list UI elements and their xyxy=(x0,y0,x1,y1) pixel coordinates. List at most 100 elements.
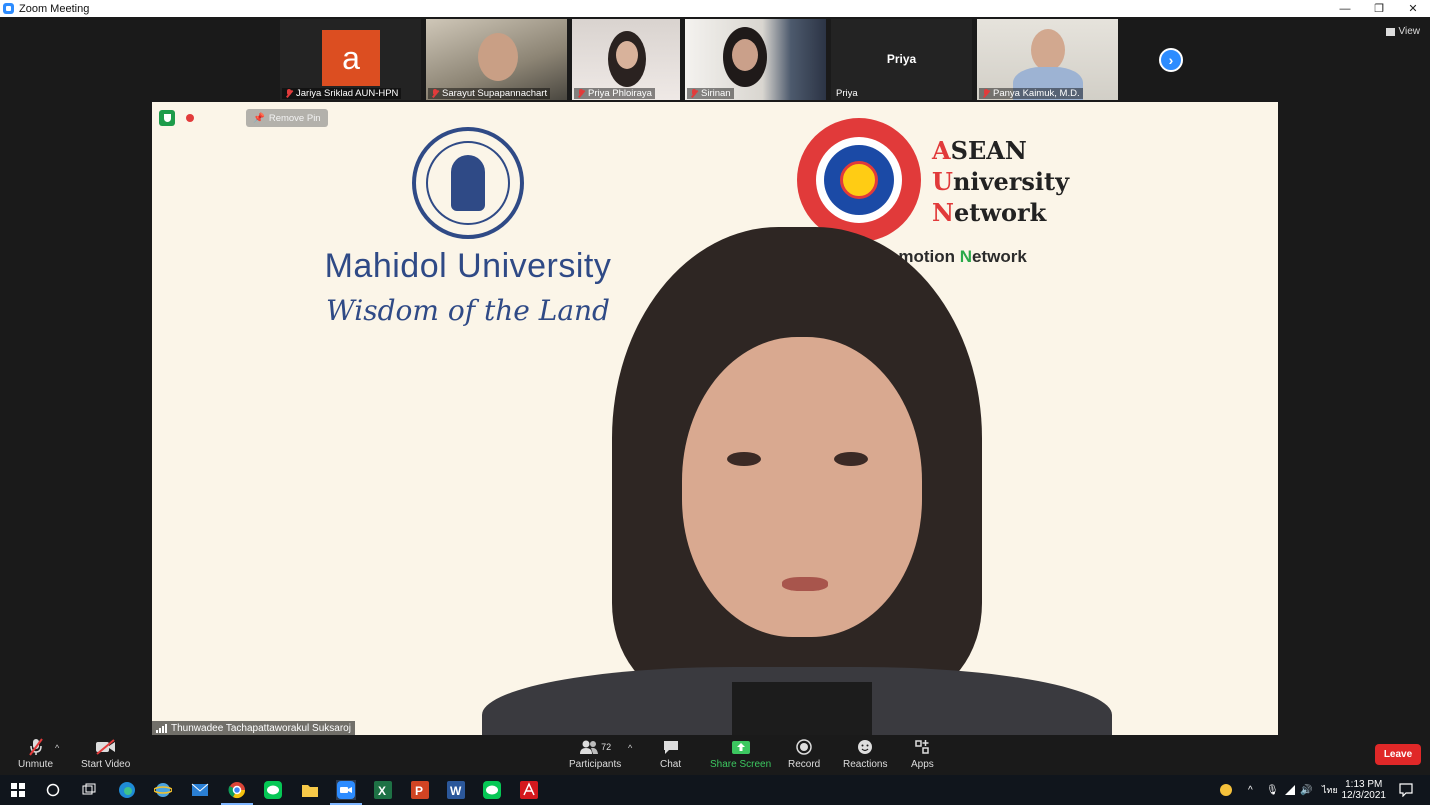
line-app-icon[interactable] xyxy=(482,780,502,800)
participant-tile[interactable]: Sarayut Supapannachart xyxy=(426,19,567,100)
aun-wordmark: ASEAN University Network xyxy=(932,136,1070,227)
participant-tile[interactable]: Panya Kaimuk, M.D. xyxy=(977,19,1118,100)
participants-options-caret-icon[interactable]: ^ xyxy=(628,743,632,753)
windows-taskbar: X P W ^ 🎙 🔊 ไทย 1:13 PM 12/3/2021 xyxy=(0,775,1430,805)
title-bar: Zoom Meeting — ❐ ✕ xyxy=(0,0,1430,17)
zoom-app-icon[interactable] xyxy=(330,780,362,805)
close-icon[interactable]: ✕ xyxy=(1396,0,1430,17)
microphone-icon[interactable]: 🎙 xyxy=(1266,775,1279,805)
participant-name: Sirinan xyxy=(687,88,734,99)
share-screen-label: Share Screen xyxy=(710,759,772,770)
share-screen-button[interactable]: Share Screen xyxy=(710,738,771,770)
participant-name-text: Priya Phloiraya xyxy=(588,88,652,99)
notifications-icon[interactable] xyxy=(1399,775,1413,805)
record-button[interactable]: Record xyxy=(788,738,820,770)
acrobat-icon[interactable] xyxy=(519,780,539,800)
edge-icon[interactable] xyxy=(117,780,137,800)
next-page-button[interactable]: › xyxy=(1159,48,1183,72)
apps-icon xyxy=(914,738,930,756)
powerpoint-icon[interactable]: P xyxy=(410,780,430,800)
file-explorer-icon[interactable] xyxy=(300,780,320,800)
view-button[interactable]: View xyxy=(1385,26,1420,37)
window-controls: — ❐ ✕ xyxy=(1328,0,1430,17)
share-screen-icon xyxy=(731,738,751,756)
clock-date: 12/3/2021 xyxy=(1341,790,1387,801)
participant-name: Priya xyxy=(833,88,861,99)
system-clock[interactable]: 1:13 PM 12/3/2021 xyxy=(1342,779,1387,801)
participant-face xyxy=(732,39,758,71)
record-label: Record xyxy=(788,759,821,770)
unmute-button[interactable]: Unmute xyxy=(18,738,53,770)
word-icon[interactable]: W xyxy=(446,780,466,800)
participant-center-name: Priya xyxy=(886,52,917,66)
chevron-right-icon: › xyxy=(1168,52,1174,68)
participant-face xyxy=(616,41,638,69)
participant-name-text: Jariya Sriklad AUN-HPN xyxy=(296,88,399,99)
search-icon[interactable] xyxy=(43,780,63,800)
start-video-label: Start Video xyxy=(81,759,131,770)
weather-icon[interactable] xyxy=(1218,775,1234,805)
input-language[interactable]: ไทย xyxy=(1322,775,1338,805)
chrome-icon[interactable] xyxy=(221,780,253,805)
participant-name: Priya Phloiraya xyxy=(574,88,655,99)
chat-button[interactable]: Chat xyxy=(660,738,681,770)
signal-bars-icon xyxy=(156,723,167,733)
task-view-icon[interactable] xyxy=(79,780,99,800)
mahidol-seal-logo xyxy=(412,127,524,239)
participant-tile[interactable]: Priya Priya xyxy=(831,19,972,100)
audio-options-caret-icon[interactable]: ^ xyxy=(55,743,59,753)
muted-mic-icon xyxy=(982,89,990,98)
restore-icon[interactable]: ❐ xyxy=(1362,0,1396,17)
window-title: Zoom Meeting xyxy=(19,2,90,15)
clock-time: 1:13 PM xyxy=(1345,779,1383,790)
participant-tile[interactable]: a Jariya Sriklad AUN-HPN xyxy=(280,19,421,100)
participants-count: 72 xyxy=(601,742,612,752)
participants-label: Participants xyxy=(569,759,622,770)
meeting-toolbar: Unmute ^ Start Video 72 Participants ^ C… xyxy=(0,735,1430,775)
zoom-logo-icon xyxy=(3,3,14,14)
internet-explorer-icon[interactable] xyxy=(153,780,173,800)
security-shield-icon[interactable] xyxy=(159,110,175,126)
avatar: a xyxy=(322,30,380,86)
muted-mic-icon xyxy=(431,89,439,98)
svg-text:W: W xyxy=(450,784,462,798)
chat-icon xyxy=(663,738,679,756)
chat-label: Chat xyxy=(660,759,682,770)
participant-figure xyxy=(478,33,518,81)
muted-mic-icon xyxy=(577,89,585,98)
mail-icon[interactable] xyxy=(190,780,210,800)
meeting-area: a Jariya Sriklad AUN-HPN Sarayut Supapan… xyxy=(0,17,1430,735)
line-app-icon[interactable] xyxy=(263,780,283,800)
start-video-button[interactable]: Start Video xyxy=(81,738,130,770)
participant-figure xyxy=(1031,29,1065,71)
speaker-figure xyxy=(482,227,1112,735)
apps-button[interactable]: Apps xyxy=(911,738,934,770)
recording-indicator-icon xyxy=(186,114,194,122)
participant-tile[interactable]: Priya Phloiraya xyxy=(572,19,680,100)
network-icon[interactable] xyxy=(1284,775,1296,805)
grid-view-icon xyxy=(1385,27,1395,36)
participant-name: Sarayut Supapannachart xyxy=(428,88,551,99)
participants-button[interactable]: 72 Participants xyxy=(569,738,621,770)
remove-pin-button[interactable]: 📌 Remove Pin xyxy=(246,109,328,127)
minimize-icon[interactable]: — xyxy=(1328,0,1362,17)
leave-button[interactable]: Leave xyxy=(1375,744,1421,765)
reactions-button[interactable]: Reactions xyxy=(843,738,887,770)
active-speaker-video: 📌 Remove Pin Mahidol University Wisdom o… xyxy=(152,102,1278,735)
record-icon xyxy=(796,738,812,756)
volume-icon[interactable]: 🔊 xyxy=(1300,775,1312,805)
chevron-up-icon[interactable]: ^ xyxy=(1248,775,1253,805)
speaker-name-label: Thunwadee Tachapattaworakul Suksaroj xyxy=(152,721,355,735)
participant-name: Panya Kaimuk, M.D. xyxy=(979,88,1083,99)
excel-icon[interactable]: X xyxy=(373,780,393,800)
muted-mic-icon xyxy=(690,89,698,98)
smiley-icon xyxy=(857,738,874,756)
muted-microphone-icon xyxy=(28,738,44,756)
windows-start-icon[interactable] xyxy=(8,780,28,800)
unmute-label: Unmute xyxy=(18,759,54,770)
svg-text:P: P xyxy=(415,784,423,798)
pin-icon: 📌 xyxy=(253,112,265,124)
participant-tile[interactable]: Sirinan xyxy=(685,19,826,100)
video-off-icon xyxy=(95,738,117,756)
aun-logo xyxy=(797,118,921,242)
